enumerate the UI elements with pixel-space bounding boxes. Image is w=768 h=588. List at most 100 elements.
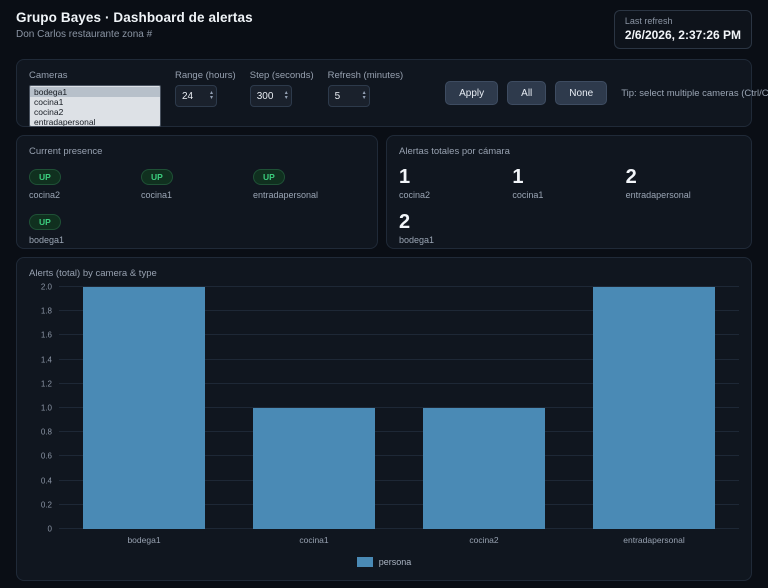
status-badge: UP <box>29 169 61 185</box>
x-axis-row: bodega1 cocina1 cocina2 entradapersonal <box>29 535 739 545</box>
y-tick-label: 1.4 <box>40 355 52 365</box>
presence-panel: Current presence UP cocina2 UP cocina1 UP ent… <box>16 135 378 249</box>
y-axis: 0 0.2 0.4 0.6 0.8 1.0 1.2 1.4 1.6 1.8 2.0 <box>29 283 59 534</box>
bar-chart: 0 0.2 0.4 0.6 0.8 1.0 1.2 1.4 1.6 1.8 2.0 <box>29 283 739 534</box>
bar-slot <box>569 287 739 529</box>
camera-name: entradapersonal <box>253 190 319 200</box>
totals-panel: Alertas totales por cámara 1 cocina2 1 coci… <box>386 135 752 249</box>
presence-item: UP bodega1 <box>29 212 141 245</box>
y-tick-label: 2.0 <box>40 282 52 292</box>
none-button[interactable]: None <box>555 81 608 105</box>
totals-title: Alertas totales por cámara <box>399 146 510 157</box>
range-label: Range (hours) <box>175 70 236 81</box>
y-tick-label: 1.2 <box>40 379 52 389</box>
camera-name: entradapersonal <box>625 190 691 200</box>
step-value: 300 <box>256 90 274 102</box>
plot-area[interactable] <box>59 286 739 529</box>
alert-count: 2 <box>625 166 637 188</box>
presence-grid: UP cocina2 UP cocina1 UP entradapersonal UP bod… <box>29 167 365 245</box>
legend[interactable]: persona <box>29 557 739 567</box>
refresh-field: Refresh (minutes) 5 ▴ ▾ <box>327 70 404 107</box>
totals-item: 1 cocina1 <box>512 167 625 200</box>
tip-text: Tip: select multiple cameras (Ctrl/Cmd +… <box>621 87 768 99</box>
camera-multiselect[interactable]: bodega1 cocina1 cocina2 entradapersonal <box>29 85 161 127</box>
presence-item: UP cocina1 <box>141 167 253 200</box>
step-field: Step (seconds) 300 ▴ ▾ <box>249 70 314 107</box>
y-tick-label: 1.8 <box>40 306 52 316</box>
all-button[interactable]: All <box>507 81 547 105</box>
bar[interactable] <box>252 408 376 529</box>
last-refresh-label: Last refresh <box>624 16 673 26</box>
legend-swatch-icon <box>356 557 373 567</box>
controls-buttons: Apply All None <box>445 81 608 105</box>
status-badge: UP <box>141 169 173 185</box>
alert-count: 1 <box>399 166 411 188</box>
y-tick-label: 0.6 <box>40 451 52 461</box>
cameras-panel: Cameras bodega1 cocina1 cocina2 entradapers… <box>16 59 768 127</box>
chart-panel: Alerts (total) by camera & type 0 0.2 0.4 0… <box>16 257 752 581</box>
refresh-value: 5 <box>334 90 341 102</box>
stepper-down-icon[interactable]: ▾ <box>285 95 288 101</box>
header-titles: Grupo Bayes · Dashboard de alertas Don C… <box>16 10 253 40</box>
step-seconds-input[interactable]: 300 ▴ ▾ <box>249 85 292 107</box>
camera-option[interactable]: bodega1 <box>30 87 160 97</box>
totals-item: 1 cocina2 <box>399 167 512 200</box>
cameras-label: Cameras <box>29 70 68 81</box>
presence-title: Current presence <box>29 146 103 157</box>
presence-item: UP cocina2 <box>29 167 141 200</box>
step-stepper[interactable]: ▴ ▾ <box>285 90 288 101</box>
range-stepper[interactable]: ▴ ▾ <box>210 90 213 101</box>
camera-option[interactable]: cocina1 <box>30 97 160 107</box>
presence-item: UP entradapersonal <box>253 167 365 200</box>
y-tick-label: 0 <box>47 524 52 534</box>
dashboard-page: Grupo Bayes · Dashboard de alertas Don C… <box>0 0 768 588</box>
y-axis-spacer <box>29 535 59 545</box>
bar-slot <box>399 287 569 529</box>
camera-name: bodega1 <box>399 235 435 245</box>
camera-name: bodega1 <box>29 235 65 245</box>
totals-item: 2 bodega1 <box>399 212 512 245</box>
totals-item: 2 entradapersonal <box>626 167 739 200</box>
range-value: 24 <box>182 90 194 102</box>
summary-row: Current presence UP cocina2 UP cocina1 UP ent… <box>16 135 752 249</box>
bar[interactable] <box>592 287 716 529</box>
camera-name: cocina1 <box>141 190 173 200</box>
camera-option[interactable]: cocina2 <box>30 107 160 117</box>
camera-option[interactable]: entradapersonal <box>30 117 160 126</box>
totals-grid: 1 cocina2 1 cocina1 2 entradapersonal 2 bodega1 <box>399 167 739 245</box>
y-tick-label: 0.4 <box>40 476 52 486</box>
x-tick-label: cocina1 <box>299 535 329 545</box>
x-tick-label: bodega1 <box>127 535 161 545</box>
stepper-down-icon[interactable]: ▾ <box>363 95 366 101</box>
stepper-down-icon[interactable]: ▾ <box>210 95 213 101</box>
alert-count: 1 <box>512 166 524 188</box>
chart-title: Alerts (total) by camera & type <box>29 268 157 279</box>
bar[interactable] <box>422 408 546 529</box>
y-tick-label: 1.6 <box>40 330 52 340</box>
refresh-minutes-input[interactable]: 5 ▴ ▾ <box>327 85 370 107</box>
camera-name: cocina2 <box>29 190 61 200</box>
status-badge: UP <box>253 169 285 185</box>
page-title: Grupo Bayes · Dashboard de alertas <box>16 10 253 25</box>
refresh-label: Refresh (minutes) <box>327 70 404 81</box>
x-tick-label: entradapersonal <box>623 535 685 545</box>
range-hours-input[interactable]: 24 ▴ ▾ <box>175 85 217 107</box>
camera-name: cocina1 <box>512 190 544 200</box>
bars <box>59 287 739 529</box>
apply-button[interactable]: Apply <box>445 81 499 105</box>
alert-count: 2 <box>399 211 411 233</box>
bar-slot <box>59 287 229 529</box>
x-tick-label: cocina2 <box>469 535 499 545</box>
refresh-stepper[interactable]: ▴ ▾ <box>363 90 366 101</box>
last-refresh-value: 2/6/2026, 2:37:26 PM <box>624 28 741 42</box>
step-label: Step (seconds) <box>249 70 314 81</box>
bar-slot <box>229 287 399 529</box>
y-tick-label: 0.8 <box>40 427 52 437</box>
cameras-field: Cameras bodega1 cocina1 cocina2 entradapers… <box>29 70 161 127</box>
status-badge: UP <box>29 214 61 230</box>
camera-name: cocina2 <box>399 190 431 200</box>
bar[interactable] <box>82 287 206 529</box>
page-subtitle: Don Carlos restaurante zona # <box>16 29 153 40</box>
last-refresh-box: Last refresh 2/6/2026, 2:37:26 PM <box>613 10 752 49</box>
y-tick-label: 0.2 <box>40 500 52 510</box>
